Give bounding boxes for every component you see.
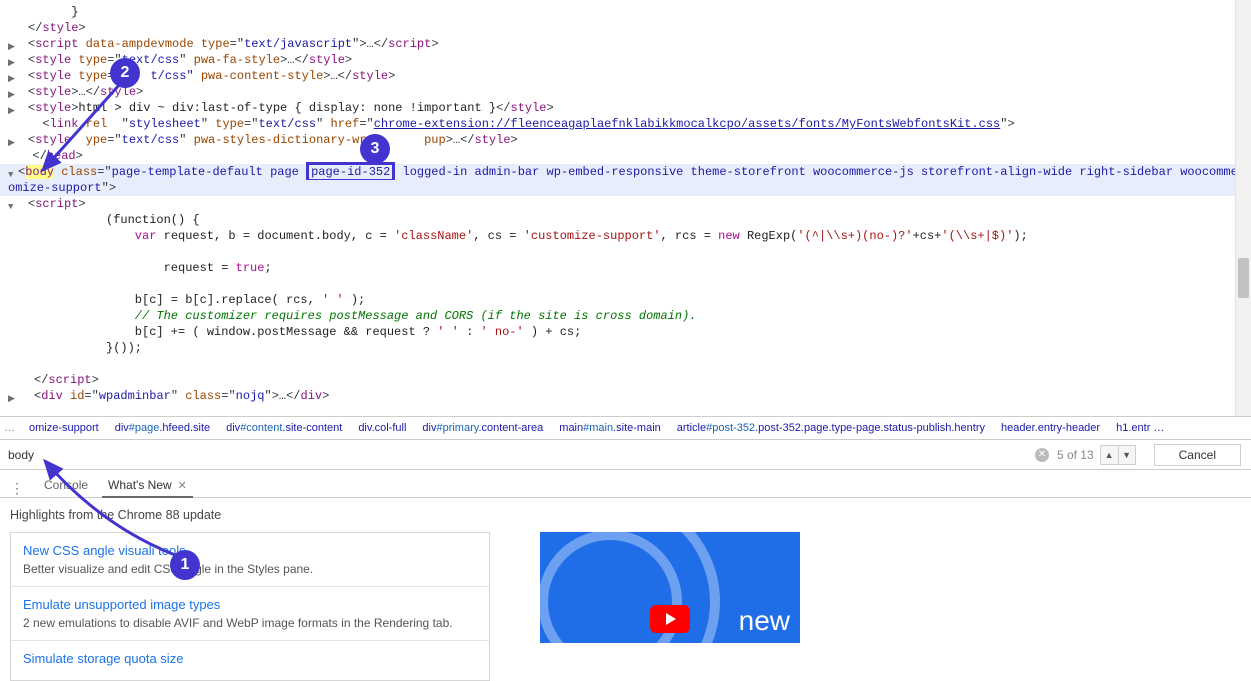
code-line[interactable]: <script> <box>0 196 1249 212</box>
breadcrumb-item[interactable]: div#page.hfeed.site <box>107 422 218 434</box>
annotation-arrow-1 <box>30 455 180 565</box>
breadcrumb-overflow[interactable]: … <box>0 422 21 434</box>
find-cancel-button[interactable]: Cancel <box>1154 444 1241 466</box>
play-icon[interactable] <box>650 605 690 633</box>
breadcrumb-item[interactable]: article#post-352.post-352.page.type-page… <box>669 422 993 434</box>
annotation-callout-3: 3 <box>360 134 390 164</box>
dom-breadcrumb[interactable]: … omize-support div#page.hfeed.site div#… <box>0 416 1251 440</box>
whats-new-video-thumbnail[interactable]: new <box>540 532 800 643</box>
code-line[interactable]: <style type=" t/css" pwa-content-style>…… <box>0 68 1249 84</box>
code-line: <link rel "stylesheet" type="text/css" h… <box>0 116 1249 132</box>
breadcrumb-item[interactable]: header.entry-header <box>993 422 1108 434</box>
code-line: </style> <box>0 20 1249 36</box>
card-subtitle: 2 new emulations to disable AVIF and Web… <box>23 616 477 630</box>
scrollbar-thumb[interactable] <box>1238 258 1249 298</box>
code-line[interactable]: <style>…</style> <box>0 84 1249 100</box>
annotation-callout-2: 2 <box>110 58 140 88</box>
breadcrumb-item[interactable]: div.col-full <box>350 422 414 434</box>
breadcrumb-item[interactable]: main#main.site-main <box>551 422 669 434</box>
page-id-highlight: page-id-352 <box>306 162 395 182</box>
whats-new-card[interactable]: Emulate unsupported image types 2 new em… <box>11 587 489 641</box>
code-line: </script> <box>0 372 1249 388</box>
breadcrumb-item[interactable]: h1.entr … <box>1108 422 1172 434</box>
code-line: </head> <box>0 148 1249 164</box>
code-line[interactable]: <style type="text/css" pwa-fa-style>…</s… <box>0 52 1249 68</box>
collapse-icon[interactable] <box>8 199 13 215</box>
whats-new-card[interactable]: Simulate storage quota size <box>11 641 489 680</box>
find-next-button[interactable]: ▼ <box>1118 445 1136 465</box>
code-line[interactable]: <div id="wpadminbar" class="nojq">…</div… <box>0 388 1249 404</box>
expand-icon[interactable] <box>8 391 15 407</box>
code-line[interactable]: <script data-ampdevmode type="text/javas… <box>0 36 1249 52</box>
inline-script-block: (function() { var request, b = document.… <box>0 212 1249 356</box>
whats-new-panel: Highlights from the Chrome 88 update New… <box>0 498 1251 681</box>
breadcrumb-item[interactable]: omize-support <box>21 422 107 434</box>
card-title: Simulate storage quota size <box>23 651 477 666</box>
card-title: Emulate unsupported image types <box>23 597 477 612</box>
annotation-callout-1: 1 <box>170 550 200 580</box>
body-element-row[interactable]: <body class="page-template-default page … <box>0 164 1249 180</box>
vertical-scrollbar[interactable] <box>1235 0 1251 416</box>
whats-new-headline: Highlights from the Chrome 88 update <box>10 508 1241 522</box>
clear-icon[interactable]: ✕ <box>1035 448 1049 462</box>
breadcrumb-item[interactable]: div#content.site-content <box>218 422 350 434</box>
breadcrumb-item[interactable]: div#primary.content-area <box>414 422 551 434</box>
find-result-count: 5 of 13 <box>1057 448 1094 462</box>
code-line: } <box>0 4 1249 20</box>
drawer-menu-icon[interactable]: ⋮ <box>0 480 34 497</box>
annotation-arrow-2 <box>35 80 135 180</box>
elements-source-pane[interactable]: } </style> <script data-ampdevmode type=… <box>0 0 1251 416</box>
body-element-row-wrap: omize-support"> <box>0 180 1249 196</box>
find-prev-button[interactable]: ▲ <box>1100 445 1118 465</box>
find-bar: ✕ 5 of 13 ▲ ▼ Cancel <box>0 440 1251 470</box>
code-line[interactable]: <style ype="text/css" pwa-styles-diction… <box>0 132 1249 148</box>
code-line[interactable]: <style>html > div ~ div:last-of-type { d… <box>0 100 1249 116</box>
drawer-tabs: ⋮ Console What's New✕ <box>0 470 1251 498</box>
